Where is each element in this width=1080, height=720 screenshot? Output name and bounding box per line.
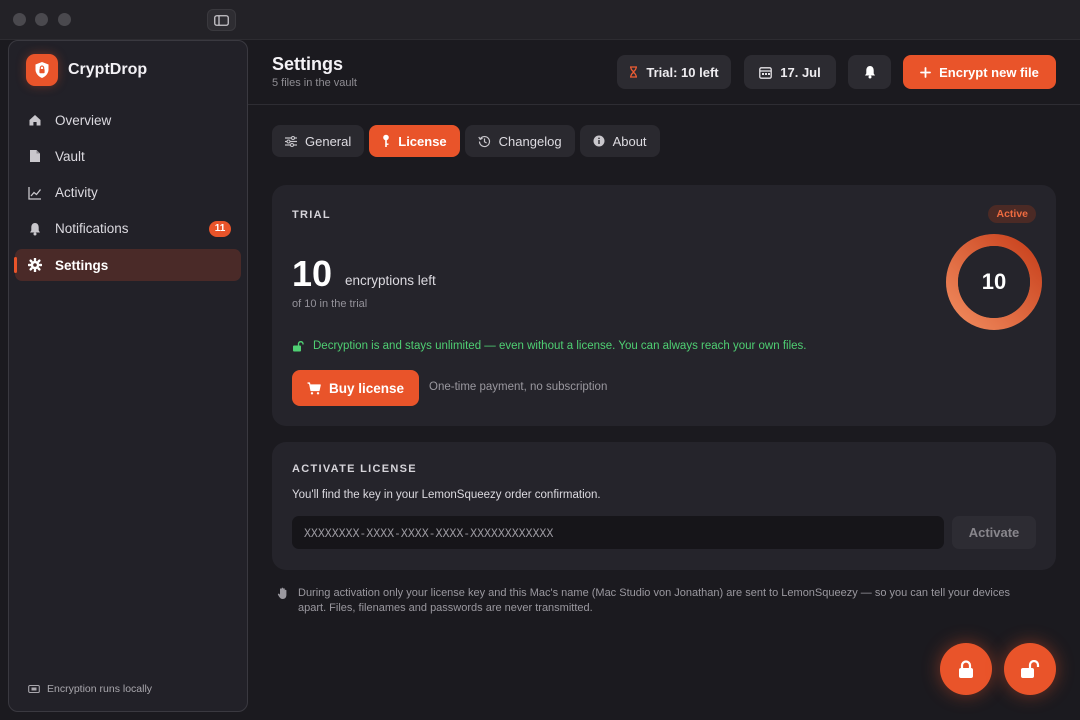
settings-tabs: General License Changelog About bbox=[272, 125, 660, 157]
key-icon bbox=[383, 134, 390, 147]
privacy-note-text: During activation only your license key … bbox=[298, 587, 1010, 614]
sidebar-item-label: Activity bbox=[55, 185, 98, 201]
activate-card-label: ACTIVATE LICENSE bbox=[292, 463, 417, 475]
tab-label: License bbox=[398, 133, 447, 149]
gear-icon bbox=[28, 258, 42, 273]
sidebar-item-notifications[interactable]: Notifications 11 bbox=[15, 213, 241, 245]
bell-icon bbox=[864, 66, 875, 79]
hand-icon bbox=[277, 587, 287, 599]
decryption-note-text: Decryption is and stays unlimited — even… bbox=[313, 340, 807, 352]
notification-count-badge: 11 bbox=[209, 220, 231, 237]
trial-card: TRIAL Active 10 encryptions left of 10 i… bbox=[272, 185, 1056, 426]
tab-about[interactable]: About bbox=[579, 125, 660, 157]
sidebar-item-label: Vault bbox=[55, 148, 85, 164]
chip-icon bbox=[28, 684, 40, 694]
encrypt-button-label: Encrypt new file bbox=[939, 64, 1039, 80]
page-subtitle: 5 files in the vault bbox=[272, 77, 357, 89]
zoom-window-button[interactable] bbox=[58, 13, 71, 26]
tab-label: About bbox=[612, 133, 647, 149]
date-button[interactable]: 17. Jul bbox=[744, 55, 836, 89]
tab-changelog[interactable]: Changelog bbox=[464, 125, 575, 157]
sidebar-item-overview[interactable]: Overview bbox=[15, 104, 241, 136]
sidebar-toggle-button[interactable] bbox=[207, 9, 236, 31]
sidebar-item-label: Overview bbox=[55, 112, 112, 128]
date-label: 17. Jul bbox=[780, 64, 821, 80]
plus-icon bbox=[920, 66, 932, 78]
app-logo bbox=[26, 54, 58, 86]
trial-status-button[interactable]: Trial: 10 left bbox=[617, 55, 731, 89]
app-name: CryptDrop bbox=[68, 61, 148, 78]
page-header: Settings 5 files in the vault Trial: 10 … bbox=[248, 40, 1080, 105]
ring-value: 10 bbox=[981, 269, 1007, 294]
payment-note: One-time payment, no subscription bbox=[429, 381, 608, 393]
bell-icon bbox=[28, 222, 42, 236]
chart-icon bbox=[28, 186, 42, 200]
status-badge: Active bbox=[988, 205, 1036, 223]
lock-icon bbox=[959, 659, 973, 678]
minimize-window-button[interactable] bbox=[35, 13, 48, 26]
info-icon bbox=[593, 135, 605, 147]
sliders-icon bbox=[285, 135, 297, 147]
activate-button[interactable]: Activate bbox=[952, 516, 1036, 549]
footer-text: Encryption runs locally bbox=[47, 683, 153, 695]
privacy-note: During activation only your license key … bbox=[277, 586, 1037, 615]
buy-license-label: Buy license bbox=[328, 380, 405, 396]
remaining-unit: encryptions left bbox=[345, 273, 436, 288]
unlock-fab-button[interactable] bbox=[1004, 643, 1056, 695]
page-title: Settings bbox=[272, 54, 344, 74]
home-icon bbox=[28, 113, 42, 127]
encrypt-new-file-button[interactable]: Encrypt new file bbox=[903, 55, 1056, 89]
decryption-note: Decryption is and stays unlimited — even… bbox=[292, 340, 806, 352]
trial-card-label: TRIAL bbox=[292, 209, 331, 221]
sidebar-item-label: Settings bbox=[55, 257, 109, 273]
trial-total-note: of 10 in the trial bbox=[292, 298, 368, 310]
activate-license-card: ACTIVATE LICENSE You'll find the key in … bbox=[272, 442, 1056, 570]
tab-label: General bbox=[305, 133, 352, 149]
sidebar-item-vault[interactable]: Vault bbox=[15, 140, 241, 172]
unlock-icon bbox=[1021, 659, 1040, 678]
cart-icon bbox=[307, 381, 321, 394]
license-key-input[interactable] bbox=[292, 516, 944, 549]
trial-status-label: Trial: 10 left bbox=[646, 64, 719, 80]
window-titlebar bbox=[0, 0, 1080, 40]
brand: CryptDrop bbox=[26, 54, 147, 86]
sidebar-nav: Overview Vault Activity Notifications 11… bbox=[14, 104, 241, 285]
lock-fab-button[interactable] bbox=[940, 643, 992, 695]
tab-license[interactable]: License bbox=[369, 125, 460, 157]
close-window-button[interactable] bbox=[13, 13, 26, 26]
sidebar: CryptDrop Overview Vault Activity Notifi… bbox=[8, 40, 248, 712]
remaining-count: 10 bbox=[292, 253, 333, 294]
sidebar-item-label: Notifications bbox=[55, 221, 129, 237]
calendar-icon bbox=[759, 66, 773, 79]
sidebar-item-settings[interactable]: Settings bbox=[14, 249, 241, 282]
tab-general[interactable]: General bbox=[272, 125, 365, 157]
shield-lock-icon bbox=[35, 62, 49, 78]
tab-label: Changelog bbox=[498, 133, 562, 149]
unlock-icon bbox=[293, 341, 304, 352]
notifications-button[interactable] bbox=[848, 55, 891, 89]
sidebar-toggle-icon bbox=[214, 14, 229, 26]
history-icon bbox=[477, 135, 490, 147]
sidebar-item-activity[interactable]: Activity bbox=[15, 177, 241, 209]
file-icon bbox=[28, 149, 42, 163]
activate-description: You'll find the key in your LemonSqueezy… bbox=[292, 489, 601, 501]
sidebar-footer: Encryption runs locally bbox=[28, 683, 152, 695]
hourglass-icon bbox=[630, 66, 638, 78]
buy-license-button[interactable]: Buy license bbox=[292, 370, 419, 406]
